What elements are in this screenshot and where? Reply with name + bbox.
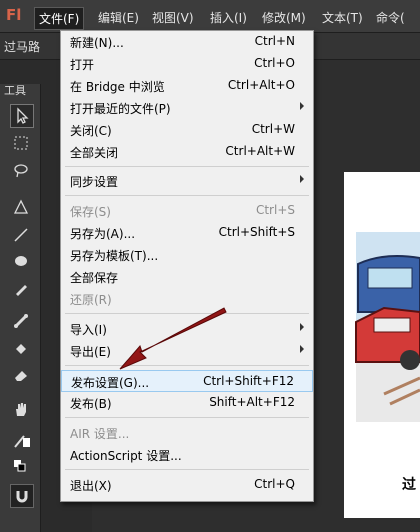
menu-item-label: 发布设置(G)... <box>71 376 150 390</box>
menu-separator <box>65 195 309 196</box>
menu-item-exit[interactable]: 退出(X) Ctrl+Q <box>61 474 313 496</box>
tools-panel-title: 工具 <box>4 84 26 97</box>
tools-panel: 工具 <box>0 84 41 532</box>
submenu-arrow-icon <box>300 102 304 110</box>
menu-separator <box>65 469 309 470</box>
menu-item-label: 还原(R) <box>70 293 112 307</box>
menu-item-browse-in-bridge[interactable]: 在 Bridge 中浏览 Ctrl+Alt+O <box>61 75 313 97</box>
menu-item-shortcut: Ctrl+Shift+S <box>218 225 295 239</box>
submenu-arrow-icon <box>300 323 304 331</box>
pencil-tool-icon[interactable] <box>10 278 32 300</box>
menu-item-publish[interactable]: 发布(B) Shift+Alt+F12 <box>61 392 313 414</box>
menu-item-label: 另存为模板(T)... <box>70 249 159 263</box>
stroke-color-icon[interactable] <box>10 430 32 452</box>
menu-item-label: 打开最近的文件(P) <box>70 102 171 116</box>
menu-item-shortcut: Ctrl+W <box>251 122 295 136</box>
oval-tool-icon[interactable] <box>10 250 32 272</box>
menu-separator <box>65 417 309 418</box>
snap-magnet-icon[interactable] <box>10 484 34 508</box>
bone-tool-icon[interactable] <box>10 310 32 332</box>
menu-item-publish-settings[interactable]: 发布设置(G)... Ctrl+Shift+F12 <box>61 370 313 392</box>
menu-item-label: 另存为(A)... <box>70 227 136 241</box>
selection-tool-icon[interactable] <box>10 104 34 128</box>
menu-item-shortcut: Ctrl+O <box>254 56 295 70</box>
menu-item-label: 导出(E) <box>70 345 111 359</box>
menu-insert[interactable]: 插入(I) <box>206 7 251 28</box>
menu-item-label: 全部关闭 <box>70 146 119 160</box>
menu-item-import[interactable]: 导入(I) <box>61 318 313 340</box>
menu-item-sync-settings[interactable]: 同步设置 <box>61 170 313 192</box>
menu-item-shortcut: Ctrl+Alt+W <box>225 144 295 158</box>
menu-item-save: 保存(S) Ctrl+S <box>61 200 313 222</box>
menu-item-shortcut: Ctrl+Q <box>254 477 295 491</box>
menu-separator <box>65 313 309 314</box>
menu-item-shortcut: Ctrl+Alt+O <box>227 78 295 92</box>
menu-item-close[interactable]: 关闭(C) Ctrl+W <box>61 119 313 141</box>
free-transform-tool-icon[interactable] <box>10 132 32 154</box>
menu-item-label: AIR 设置... <box>70 427 130 441</box>
menu-command[interactable]: 命令( <box>372 7 409 28</box>
menu-item-label: 退出(X) <box>70 479 112 493</box>
menu-text[interactable]: 文本(T) <box>318 7 367 28</box>
eraser-tool-icon[interactable] <box>10 364 32 386</box>
menu-item-shortcut: Ctrl+S <box>255 203 295 217</box>
menubar: Fl 文件(F) 编辑(E) 视图(V) 插入(I) 修改(M) 文本(T) 命… <box>0 0 420 33</box>
stage-illustration <box>355 232 420 422</box>
swap-colors-icon[interactable] <box>10 456 32 478</box>
lasso-tool-icon[interactable] <box>10 160 32 182</box>
menu-item-label: 在 Bridge 中浏览 <box>70 80 165 94</box>
menu-item-label: ActionScript 设置... <box>70 449 182 463</box>
menu-item-revert: 还原(R) <box>61 288 313 310</box>
menu-item-new[interactable]: 新建(N)... Ctrl+N <box>61 31 313 53</box>
menu-item-save-as-template[interactable]: 另存为模板(T)... <box>61 244 313 266</box>
menu-item-open-recent[interactable]: 打开最近的文件(P) <box>61 97 313 119</box>
menu-modify[interactable]: 修改(M) <box>258 7 310 28</box>
menu-file[interactable]: 文件(F) <box>34 7 85 30</box>
menu-separator <box>65 365 309 366</box>
menu-item-shortcut: Ctrl+N <box>254 34 295 48</box>
document-tab[interactable]: 过马路 <box>4 38 40 55</box>
menu-item-label: 导入(I) <box>70 323 107 337</box>
menu-item-save-as[interactable]: 另存为(A)... Ctrl+Shift+S <box>61 222 313 244</box>
file-menu-dropdown: 新建(N)... Ctrl+N 打开 Ctrl+O 在 Bridge 中浏览 C… <box>60 30 314 502</box>
hand-tool-icon[interactable] <box>10 398 32 420</box>
menu-view[interactable]: 视图(V) <box>148 7 198 28</box>
menu-item-close-all[interactable]: 全部关闭 Ctrl+Alt+W <box>61 141 313 163</box>
pen-tool-icon[interactable] <box>10 196 32 218</box>
paint-bucket-tool-icon[interactable] <box>10 338 32 360</box>
menu-separator <box>65 166 309 167</box>
menu-item-air-settings: AIR 设置... <box>61 422 313 444</box>
menu-item-save-all[interactable]: 全部保存 <box>61 266 313 288</box>
menu-item-open[interactable]: 打开 Ctrl+O <box>61 53 313 75</box>
menu-item-label: 打开 <box>70 58 95 72</box>
line-tool-icon[interactable] <box>10 224 32 246</box>
submenu-arrow-icon <box>300 345 304 353</box>
menu-item-label: 保存(S) <box>70 205 111 219</box>
menu-edit[interactable]: 编辑(E) <box>94 7 143 28</box>
stage-canvas[interactable] <box>344 172 420 518</box>
menu-item-actionscript-settings[interactable]: ActionScript 设置... <box>61 444 313 466</box>
menu-item-label: 全部保存 <box>70 271 119 285</box>
menu-item-label: 发布(B) <box>70 397 112 411</box>
menu-item-label: 关闭(C) <box>70 124 112 138</box>
menu-item-export[interactable]: 导出(E) <box>61 340 313 362</box>
submenu-arrow-icon <box>300 175 304 183</box>
menu-item-shortcut: Shift+Alt+F12 <box>209 395 295 409</box>
menu-item-label: 同步设置 <box>70 175 119 189</box>
stage-caption: 过 <box>402 477 416 493</box>
menu-item-shortcut: Ctrl+Shift+F12 <box>203 374 294 388</box>
menu-item-label: 新建(N)... <box>70 36 124 50</box>
app-logo: Fl <box>6 6 22 24</box>
